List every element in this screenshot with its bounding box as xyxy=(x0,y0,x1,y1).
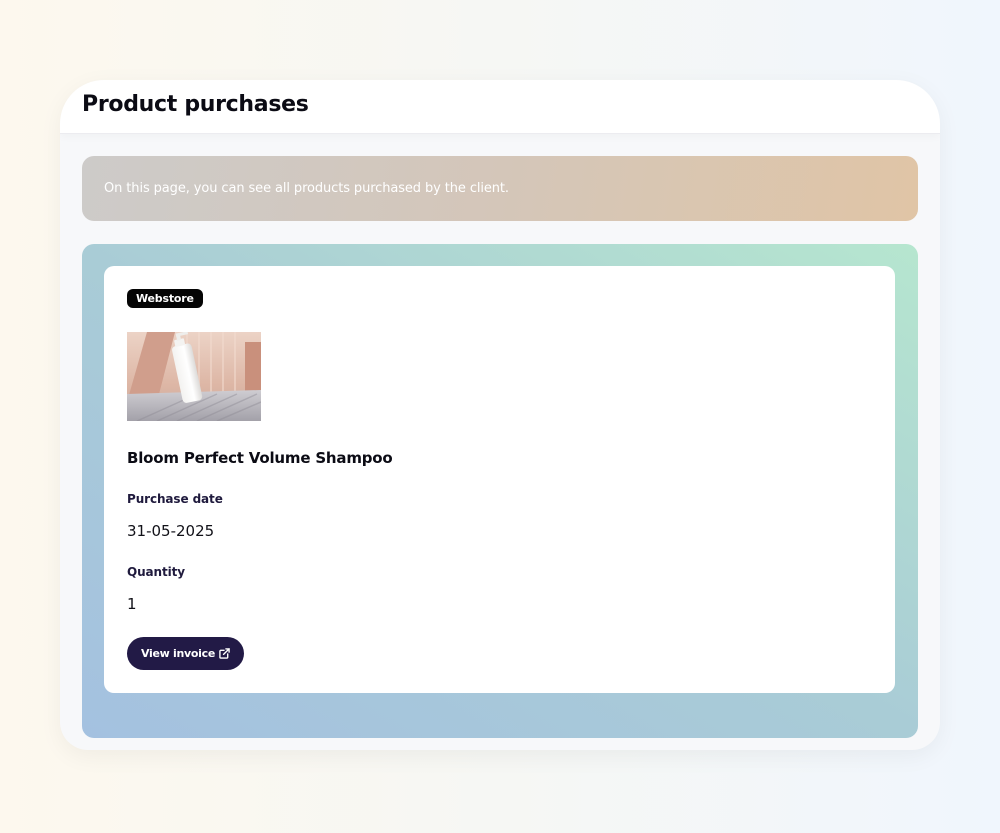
view-invoice-label: View invoice xyxy=(140,647,216,660)
shampoo-bottle-illustration xyxy=(127,332,261,421)
product-image xyxy=(127,332,261,421)
info-banner-text: On this page, you can see all products p… xyxy=(104,181,509,196)
product-card: Webstore Bloom Perfect Volume Shampoo Pu… xyxy=(104,266,895,693)
info-banner: On this page, you can see all products p… xyxy=(82,156,918,221)
external-link-icon xyxy=(219,648,230,659)
product-name: Bloom Perfect Volume Shampoo xyxy=(127,449,393,467)
purchase-date-value: 31-05-2025 xyxy=(127,522,215,540)
source-badge: Webstore xyxy=(127,289,203,308)
purchases-panel: Product purchases On this page, you can … xyxy=(60,80,940,750)
products-list: Webstore Bloom Perfect Volume Shampoo Pu… xyxy=(82,244,918,738)
panel-header: Product purchases xyxy=(60,80,940,134)
page-title: Product purchases xyxy=(82,92,309,117)
purchase-date-label: Purchase date xyxy=(127,492,223,506)
view-invoice-button[interactable]: View invoice xyxy=(127,637,244,670)
quantity-value: 1 xyxy=(127,595,137,613)
quantity-label: Quantity xyxy=(127,565,185,579)
